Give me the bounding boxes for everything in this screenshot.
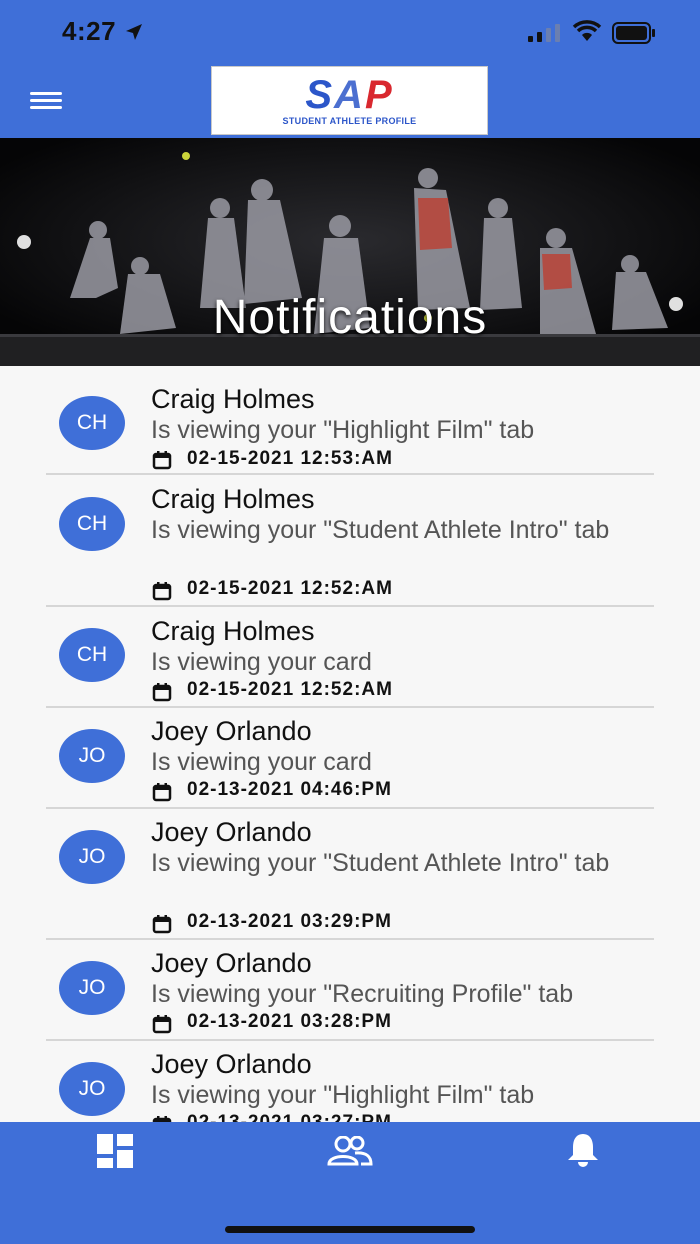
notification-name: Joey Orlando (151, 716, 312, 746)
tab-connections[interactable] (290, 1122, 410, 1182)
notification-item[interactable]: JO Joey Orlando Is viewing your "Highlig… (0, 1041, 700, 1122)
calendar-icon (152, 1015, 172, 1034)
calendar-icon (152, 451, 172, 470)
notification-date: 02-13-2021 04:46:PM (187, 779, 392, 800)
notification-message: Is viewing your "Student Athlete Intro" … (151, 516, 610, 544)
notification-date: 02-15-2021 12:52:AM (187, 679, 393, 700)
notification-message: Is viewing your "Recruiting Profile" tab (151, 980, 574, 1008)
notification-message: Is viewing your "Student Athlete Intro" … (151, 849, 610, 877)
notification-item[interactable]: JO Joey Orlando Is viewing your card 02-… (0, 708, 700, 808)
logo-letters: SAP (305, 73, 394, 117)
avatar: JO (59, 729, 125, 783)
avatar: CH (59, 497, 125, 551)
notification-item[interactable]: JO Joey Orlando Is viewing your "Student… (0, 809, 700, 939)
tab-dashboard[interactable] (56, 1122, 176, 1182)
avatar: JO (59, 961, 125, 1015)
notification-date: 02-13-2021 03:29:PM (187, 911, 392, 932)
hamburger-icon-line (30, 99, 62, 102)
notification-name: Joey Orlando (151, 948, 312, 978)
notifications-list[interactable]: CH Craig Holmes Is viewing your "Highlig… (0, 366, 700, 1122)
logo-subtitle: STUDENT ATHLETE PROFILE (282, 116, 417, 126)
hamburger-icon (30, 92, 62, 95)
bell-icon (568, 1134, 598, 1167)
avatar: CH (59, 628, 125, 682)
notification-name: Joey Orlando (151, 817, 312, 847)
calendar-icon (152, 683, 172, 702)
notification-date: 02-15-2021 12:53:AM (187, 448, 393, 469)
notification-name: Craig Holmes (151, 384, 315, 414)
calendar-icon (152, 582, 172, 601)
home-indicator[interactable] (225, 1226, 475, 1233)
notification-date: 02-13-2021 03:27:PM (187, 1112, 392, 1122)
page-title: Notifications (212, 291, 488, 344)
notification-name: Craig Holmes (151, 616, 315, 646)
tab-notifications[interactable] (523, 1122, 643, 1182)
notification-date: 02-15-2021 12:52:AM (187, 578, 393, 599)
notification-date: 02-13-2021 03:28:PM (187, 1011, 392, 1032)
cell-signal-icon (528, 24, 560, 42)
dashboard-icon (97, 1134, 133, 1168)
notification-name: Craig Holmes (151, 484, 315, 514)
avatar: JO (59, 1062, 125, 1116)
calendar-icon (152, 915, 172, 934)
notification-name: Joey Orlando (151, 1049, 312, 1079)
wifi-icon (572, 20, 602, 41)
app-logo: SAP STUDENT ATHLETE PROFILE (211, 66, 488, 135)
hamburger-icon-line (30, 106, 62, 109)
location-arrow-icon (126, 24, 142, 40)
avatar: JO (59, 830, 125, 884)
notification-item[interactable]: CH Craig Holmes Is viewing your card 02-… (0, 607, 700, 707)
notification-message: Is viewing your card (151, 648, 372, 676)
notification-item[interactable]: CH Craig Holmes Is viewing your "Student… (0, 475, 700, 605)
battery-icon (612, 22, 655, 44)
notification-message: Is viewing your card (151, 748, 372, 776)
menu-button[interactable] (30, 88, 62, 114)
notification-message: Is viewing your "Highlight Film" tab (151, 416, 535, 444)
status-time: 4:27 (62, 16, 117, 46)
notification-message: Is viewing your "Highlight Film" tab (151, 1081, 535, 1109)
calendar-icon (152, 783, 172, 802)
calendar-icon (152, 1116, 172, 1122)
users-icon (327, 1136, 373, 1166)
avatar: CH (59, 396, 125, 450)
notification-item[interactable]: CH Craig Holmes Is viewing your "Highlig… (0, 366, 700, 474)
top-header: 4:27 SAP STUDENT ATHLETE PROFILE (0, 0, 700, 138)
notification-item[interactable]: JO Joey Orlando Is viewing your "Recruit… (0, 940, 700, 1040)
